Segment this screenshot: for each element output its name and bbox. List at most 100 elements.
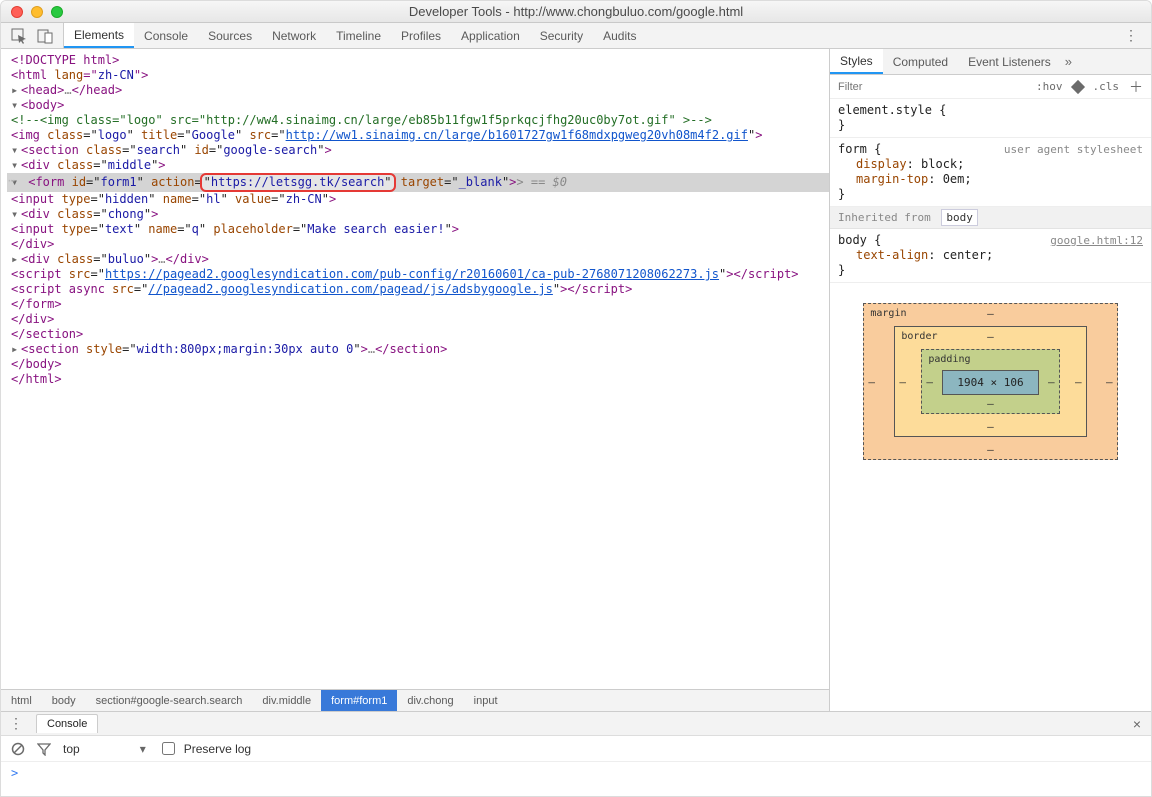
bm-value: – (987, 306, 994, 321)
tab-audits[interactable]: Audits (593, 23, 646, 48)
bm-value: – (926, 374, 933, 389)
inherited-selector[interactable]: body (941, 209, 978, 226)
styles-filter-input[interactable] (830, 81, 1028, 93)
expand-arrow-icon[interactable] (11, 252, 21, 267)
dom-tree[interactable]: <!DOCTYPE html> <html lang="zh-CN"> <hea… (1, 49, 829, 689)
body-close[interactable]: </body> (11, 357, 62, 371)
crumb-html[interactable]: html (1, 690, 42, 711)
console-prompt: > (11, 766, 18, 780)
clear-console-icon[interactable] (11, 742, 25, 756)
tab-event-listeners[interactable]: Event Listeners (958, 49, 1061, 74)
crumb-middle[interactable]: div.middle (252, 690, 321, 711)
rule-element-style[interactable]: element.style { } (830, 99, 1151, 138)
drawer-kebab-icon[interactable]: ⋮ (1, 715, 32, 732)
preserve-log-checkbox[interactable]: Preserve log (158, 739, 251, 758)
styles-rules[interactable]: element.style { } user agent stylesheet … (830, 99, 1151, 711)
expand-arrow-icon[interactable] (11, 207, 21, 222)
tab-elements[interactable]: Elements (64, 23, 134, 48)
crumb-chong[interactable]: div.chong (397, 690, 463, 711)
drawer-tab-console[interactable]: Console (36, 714, 98, 733)
hidden-input-node[interactable]: <input type="hidden" name="hl" value="zh… (11, 192, 336, 206)
div-chong-open[interactable]: <div class="chong"> (21, 207, 158, 221)
crumb-input[interactable]: input (464, 690, 508, 711)
cls-toggle[interactable]: .cls (1093, 80, 1120, 93)
context-selector[interactable]: top ▾ (63, 742, 146, 756)
img-node[interactable]: <img class="logo" title="Google" src="ht… (11, 128, 762, 142)
window-title: Developer Tools - http://www.chongbuluo.… (1, 4, 1151, 19)
pin-icon[interactable] (1070, 79, 1084, 93)
tab-sources[interactable]: Sources (198, 23, 262, 48)
bm-label-border: border (901, 329, 937, 344)
expand-arrow-icon[interactable] (11, 342, 21, 357)
bm-value: – (987, 329, 994, 344)
prop-name: display (856, 157, 907, 171)
script2-node[interactable]: <script async src="//pagead2.googlesyndi… (11, 282, 632, 296)
preserve-log-input[interactable] (162, 742, 175, 755)
expand-arrow-icon[interactable] (11, 98, 21, 113)
html-open[interactable]: <html lang="zh-CN"> (11, 68, 148, 82)
toolbar-right: ⋮ (1112, 23, 1151, 48)
box-model-padding[interactable]: padding – – – 1904 × 106 (921, 349, 1059, 414)
inherited-label: Inherited from (838, 211, 931, 224)
breadcrumb: html body section#google-search.search d… (1, 689, 829, 711)
form-node-selected[interactable]: ⋯ <form id="form1" action="https://letsg… (7, 173, 829, 192)
head-node[interactable]: <head>…</head> (21, 83, 122, 97)
text-input-node[interactable]: <input type="text" name="q" placeholder=… (11, 222, 459, 236)
hov-toggle[interactable]: :hov (1036, 80, 1063, 93)
comment-node[interactable]: <!--<img class="logo" src="http://ww4.si… (11, 113, 712, 127)
main-toolbar: Elements Console Sources Network Timelin… (1, 23, 1151, 49)
form-close[interactable]: </form> (11, 297, 62, 311)
div-chong-close[interactable]: </div> (11, 237, 54, 251)
expand-arrow-icon[interactable] (11, 143, 21, 158)
expand-arrow-icon[interactable] (11, 83, 21, 98)
section-close[interactable]: </section> (11, 327, 83, 341)
inspect-element-icon[interactable] (11, 28, 27, 44)
expand-arrow-icon[interactable] (11, 158, 21, 173)
box-model-content[interactable]: 1904 × 106 (942, 370, 1038, 395)
rule-body[interactable]: google.html:12 body { text-align: center… (830, 229, 1151, 283)
tab-timeline[interactable]: Timeline (326, 23, 391, 48)
console-toolbar: top ▾ Preserve log (1, 736, 1151, 762)
bm-value: – (1106, 374, 1113, 389)
box-model-border[interactable]: border – – – – padding – – – 1904 × 106 (894, 326, 1086, 437)
device-toggle-icon[interactable] (37, 28, 53, 44)
preserve-log-label: Preserve log (184, 742, 251, 756)
tab-network[interactable]: Network (262, 23, 326, 48)
section-search-open[interactable]: <section class="search" id="google-searc… (21, 143, 332, 157)
script1-node[interactable]: <script src="https://pagead2.googlesyndi… (11, 267, 799, 281)
styles-tabs: Styles Computed Event Listeners » (830, 49, 1151, 75)
console-body[interactable]: > (1, 762, 1151, 796)
doctype-node[interactable]: <!DOCTYPE html> (11, 53, 119, 67)
crumb-body[interactable]: body (42, 690, 86, 711)
body-open[interactable]: <body> (21, 98, 64, 112)
bm-label-padding: padding (928, 352, 970, 367)
div-middle-close[interactable]: </div> (11, 312, 54, 326)
filter-icon[interactable] (37, 742, 51, 756)
tab-computed[interactable]: Computed (883, 49, 958, 74)
div-middle-open[interactable]: <div class="middle"> (21, 158, 166, 172)
crumb-form[interactable]: form#form1 (321, 690, 397, 711)
rule-form[interactable]: user agent stylesheet form { display: bl… (830, 138, 1151, 207)
drawer-close-icon[interactable]: × (1123, 716, 1151, 732)
prop-name: margin-top (856, 172, 928, 186)
tab-security[interactable]: Security (530, 23, 593, 48)
tab-styles[interactable]: Styles (830, 49, 883, 74)
action-url-highlight: "https://letsgg.tk/search" (200, 173, 396, 192)
bm-value: – (987, 419, 994, 434)
new-rule-icon[interactable]: ＋ (1129, 77, 1143, 97)
tab-profiles[interactable]: Profiles (391, 23, 451, 48)
html-close[interactable]: </html> (11, 372, 62, 386)
div-buluo[interactable]: <div class="buluo">…</div> (21, 252, 209, 266)
bm-value: – (987, 442, 994, 457)
tab-console[interactable]: Console (134, 23, 198, 48)
inherited-from-bar: Inherited from body (830, 207, 1151, 229)
box-model-margin[interactable]: margin – – – – border – – – – padding (863, 303, 1117, 460)
crumb-section[interactable]: section#google-search.search (86, 690, 253, 711)
tab-application[interactable]: Application (451, 23, 530, 48)
section2-node[interactable]: <section style="width:800px;margin:30px … (21, 342, 447, 356)
more-tabs-icon[interactable]: » (1065, 49, 1072, 74)
rule-brace: } (838, 118, 1143, 133)
prop-value: block; (921, 157, 964, 171)
kebab-menu-icon[interactable]: ⋮ (1124, 27, 1139, 44)
source-link[interactable]: google.html:12 (1050, 233, 1143, 248)
